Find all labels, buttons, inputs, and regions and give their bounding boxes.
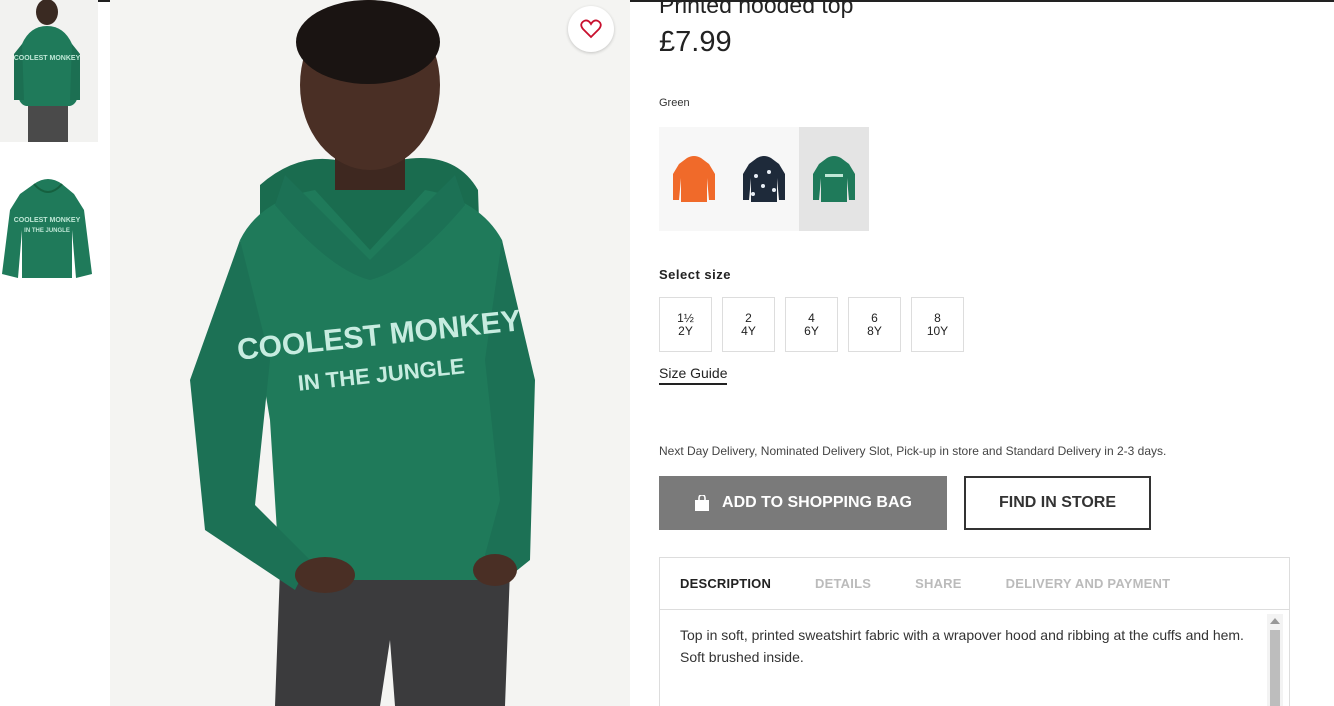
thumbnail-product[interactable]: COOLEST MONKEY IN THE JUNGLE: [0, 170, 98, 282]
size-option[interactable]: 2 4Y: [722, 297, 775, 352]
size-option[interactable]: 1½ 2Y: [659, 297, 712, 352]
hoodie-navy-icon: [743, 156, 785, 202]
size-age: 2: [745, 310, 752, 325]
thumbnail-model[interactable]: COOLEST MONKEY: [0, 0, 98, 142]
find-in-store-label: FIND IN STORE: [998, 494, 1117, 511]
size-years: 6Y: [804, 323, 819, 338]
selected-color-label: Green: [659, 97, 690, 109]
tab-description[interactable]: DESCRIPTION: [680, 576, 771, 591]
size-guide-link[interactable]: Size Guide: [659, 365, 728, 385]
tab-share[interactable]: SHARE: [915, 576, 962, 591]
size-option[interactable]: 4 6Y: [785, 297, 838, 352]
size-option[interactable]: 8 10Y: [911, 297, 964, 352]
size-age: 8: [934, 310, 941, 325]
description-text: Top in soft, printed sweatshirt fabric w…: [680, 627, 1244, 665]
scroll-thumb[interactable]: [1270, 630, 1280, 706]
product-info-tabs: DESCRIPTION DETAILS SHARE DELIVERY AND P…: [659, 557, 1290, 706]
size-years: 2Y: [678, 323, 693, 338]
product-title: Printed hooded top: [659, 0, 854, 18]
main-product-image: COOLEST MONKEY IN THE JUNGLE: [110, 0, 630, 706]
model-photo: COOLEST MONKEY IN THE JUNGLE: [110, 0, 630, 706]
swatch-orange[interactable]: [659, 127, 729, 231]
thumbnail-product-print-text-2: IN THE JUNGLE: [24, 228, 70, 234]
size-years: 10Y: [926, 323, 949, 338]
color-swatches: [659, 127, 869, 231]
thumbnail-model-image: COOLEST MONKEY: [0, 0, 98, 142]
hoodie-green-icon: [813, 156, 855, 202]
thumbnail-product-print-text: COOLEST MONKEY: [14, 217, 81, 224]
scroll-up-icon[interactable]: [1270, 618, 1280, 624]
swatch-navy[interactable]: [729, 127, 799, 231]
add-to-bag-button[interactable]: ADD TO SHOPPING BAG: [659, 476, 947, 530]
tab-bar: DESCRIPTION DETAILS SHARE DELIVERY AND P…: [660, 558, 1289, 610]
size-years: 8Y: [867, 323, 882, 338]
shopping-bag-icon: [695, 495, 710, 511]
product-price: £7.99: [659, 26, 732, 58]
size-age: 4: [808, 310, 815, 325]
heart-icon: [580, 19, 602, 39]
favourite-button[interactable]: [568, 6, 614, 52]
size-years: 4Y: [741, 323, 756, 338]
delivery-info: Next Day Delivery, Nominated Delivery Sl…: [659, 444, 1167, 458]
size-age: 6: [871, 310, 878, 325]
hoodie-orange-icon: [673, 156, 715, 202]
add-to-bag-label: ADD TO SHOPPING BAG: [722, 494, 912, 511]
description-scrollbar[interactable]: [1267, 614, 1283, 706]
tab-delivery-and-payment[interactable]: DELIVERY AND PAYMENT: [1006, 576, 1171, 591]
swatch-green[interactable]: [799, 127, 869, 231]
find-in-store-button[interactable]: FIND IN STORE: [964, 476, 1151, 530]
size-age: 1½: [677, 310, 694, 325]
tab-details[interactable]: DETAILS: [815, 576, 871, 591]
thumbnail-print-text: COOLEST MONKEY: [14, 55, 81, 62]
select-size-label: Select size: [659, 267, 731, 282]
thumbnail-product-image: COOLEST MONKEY IN THE JUNGLE: [0, 170, 98, 282]
size-option[interactable]: 6 8Y: [848, 297, 901, 352]
size-options: 1½ 2Y 2 4Y 4 6Y 6 8Y 8 10Y: [659, 297, 964, 352]
